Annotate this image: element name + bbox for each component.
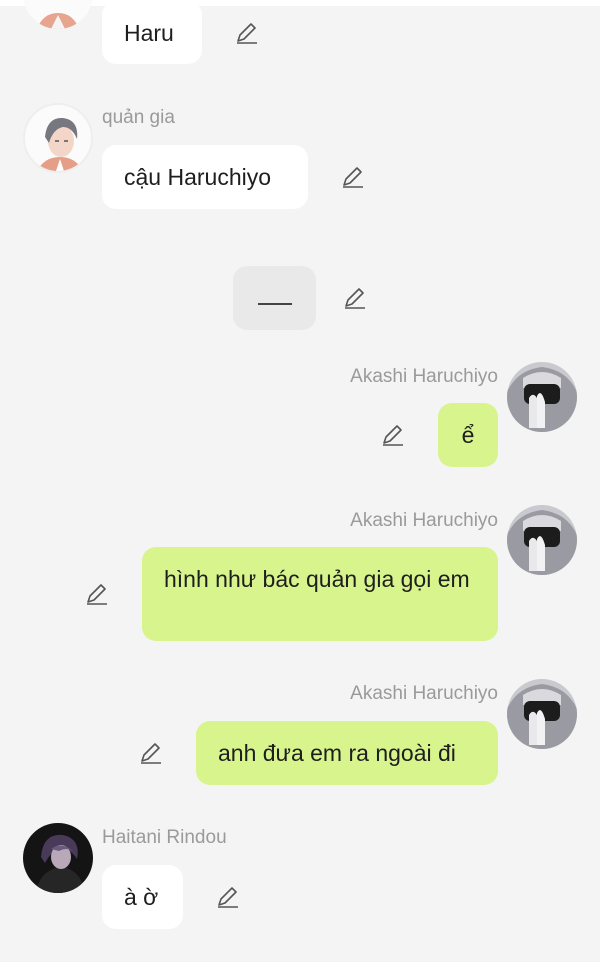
message-bubble[interactable]: anh đưa em ra ngoài đi (196, 721, 498, 785)
pencil-icon[interactable] (138, 740, 164, 766)
dark-hair-avatar[interactable] (23, 823, 93, 893)
message-text: hình như bác quản gia gọi em (164, 566, 470, 592)
sender-name: Haitani Rindou (102, 827, 227, 848)
sender-name: Akashi Haruchiyo (350, 683, 498, 704)
message-bubble[interactable]: Haru (102, 1, 202, 64)
sender-name: Akashi Haruchiyo (350, 510, 498, 531)
message-bubble[interactable]: cậu Haruchiyo (102, 145, 308, 209)
pencil-icon[interactable] (234, 20, 260, 46)
narration-dash (257, 303, 292, 305)
masked-avatar[interactable] (507, 505, 577, 575)
masked-avatar[interactable] (507, 362, 577, 432)
butler-avatar[interactable] (23, 0, 93, 29)
message-bubble[interactable]: ể (438, 403, 498, 467)
message-text: anh đưa em ra ngoài đi (218, 740, 456, 766)
message-text: Haru (124, 19, 174, 46)
message-bubble[interactable]: hình như bác quản gia gọi em (142, 547, 498, 641)
narration-bubble[interactable] (233, 266, 316, 330)
sender-name: Akashi Haruchiyo (350, 366, 498, 387)
message-text: ể (461, 422, 475, 448)
butler-avatar[interactable] (23, 103, 93, 173)
bottom-edge (0, 962, 600, 967)
message-text: cậu Haruchiyo (124, 164, 272, 190)
message-bubble[interactable]: à ờ (102, 865, 183, 929)
pencil-icon[interactable] (340, 164, 366, 190)
message-text: à ờ (124, 884, 159, 910)
sender-name: quản gia (102, 107, 175, 128)
pencil-icon[interactable] (380, 422, 406, 448)
pencil-icon[interactable] (84, 581, 110, 607)
masked-avatar[interactable] (507, 679, 577, 749)
pencil-icon[interactable] (342, 285, 368, 311)
pencil-icon[interactable] (215, 884, 241, 910)
